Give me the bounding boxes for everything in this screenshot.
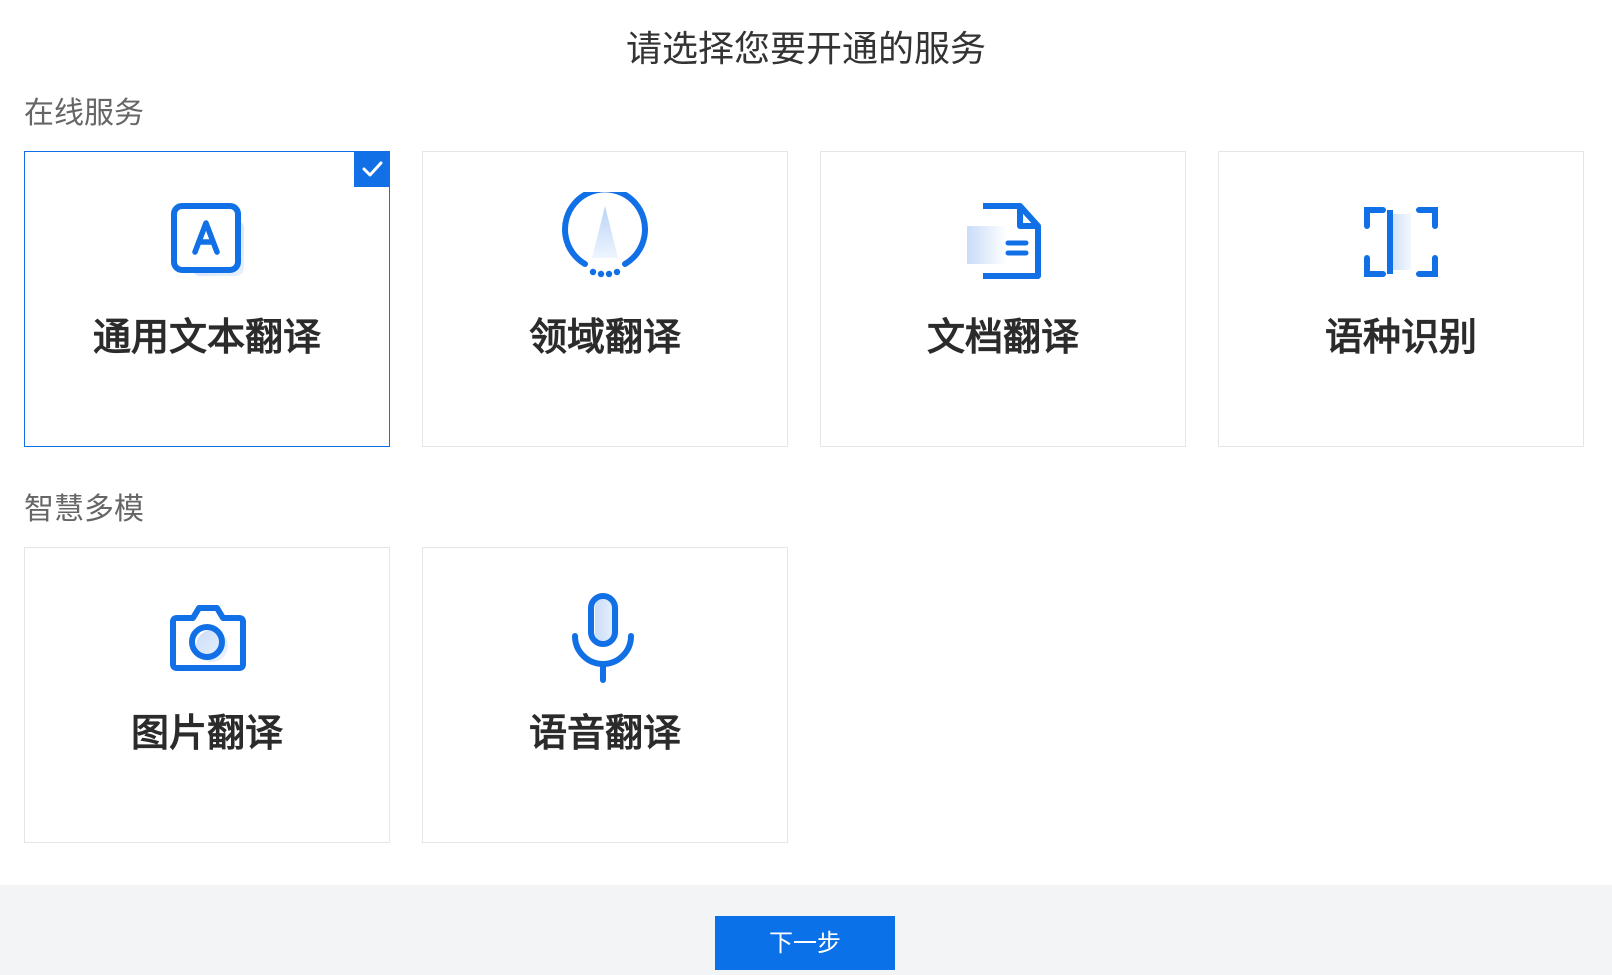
- domain-compass-icon: [555, 192, 655, 292]
- service-card-label: 文档翻译: [926, 315, 1079, 359]
- service-card-label: 通用文本翻译: [92, 315, 321, 359]
- service-selection-page: 请选择您要开通的服务 在线服务 通用文本翻译 领域翻译 文档翻译 语种识别 智慧…: [0, 0, 1612, 975]
- selected-check-icon: [354, 151, 390, 187]
- service-card-document-translation[interactable]: 文档翻译: [820, 151, 1186, 447]
- camera-icon: [157, 588, 257, 688]
- service-card-language-detection[interactable]: 语种识别: [1218, 151, 1584, 447]
- service-card-image-translation[interactable]: 图片翻译: [24, 547, 390, 843]
- microphone-icon: [555, 588, 655, 688]
- service-card-label: 语种识别: [1324, 315, 1477, 359]
- service-card-label: 领域翻译: [528, 315, 681, 359]
- service-card-general-text-translation[interactable]: 通用文本翻译: [24, 151, 390, 447]
- section-title-smart-multimodal: 智慧多模: [24, 492, 144, 527]
- page-title: 请选择您要开通的服务: [625, 29, 986, 70]
- scan-frame-icon: [1351, 192, 1451, 292]
- footer-bar: 下一步: [0, 885, 1612, 975]
- service-card-domain-translation[interactable]: 领域翻译: [422, 151, 788, 447]
- section-title-online-services: 在线服务: [24, 96, 144, 131]
- document-icon: [953, 192, 1053, 292]
- service-card-label: 图片翻译: [130, 711, 283, 755]
- text-translate-icon: [157, 192, 257, 292]
- next-step-button[interactable]: 下一步: [715, 916, 895, 970]
- service-card-speech-translation[interactable]: 语音翻译: [422, 547, 788, 843]
- service-card-label: 语音翻译: [528, 711, 681, 755]
